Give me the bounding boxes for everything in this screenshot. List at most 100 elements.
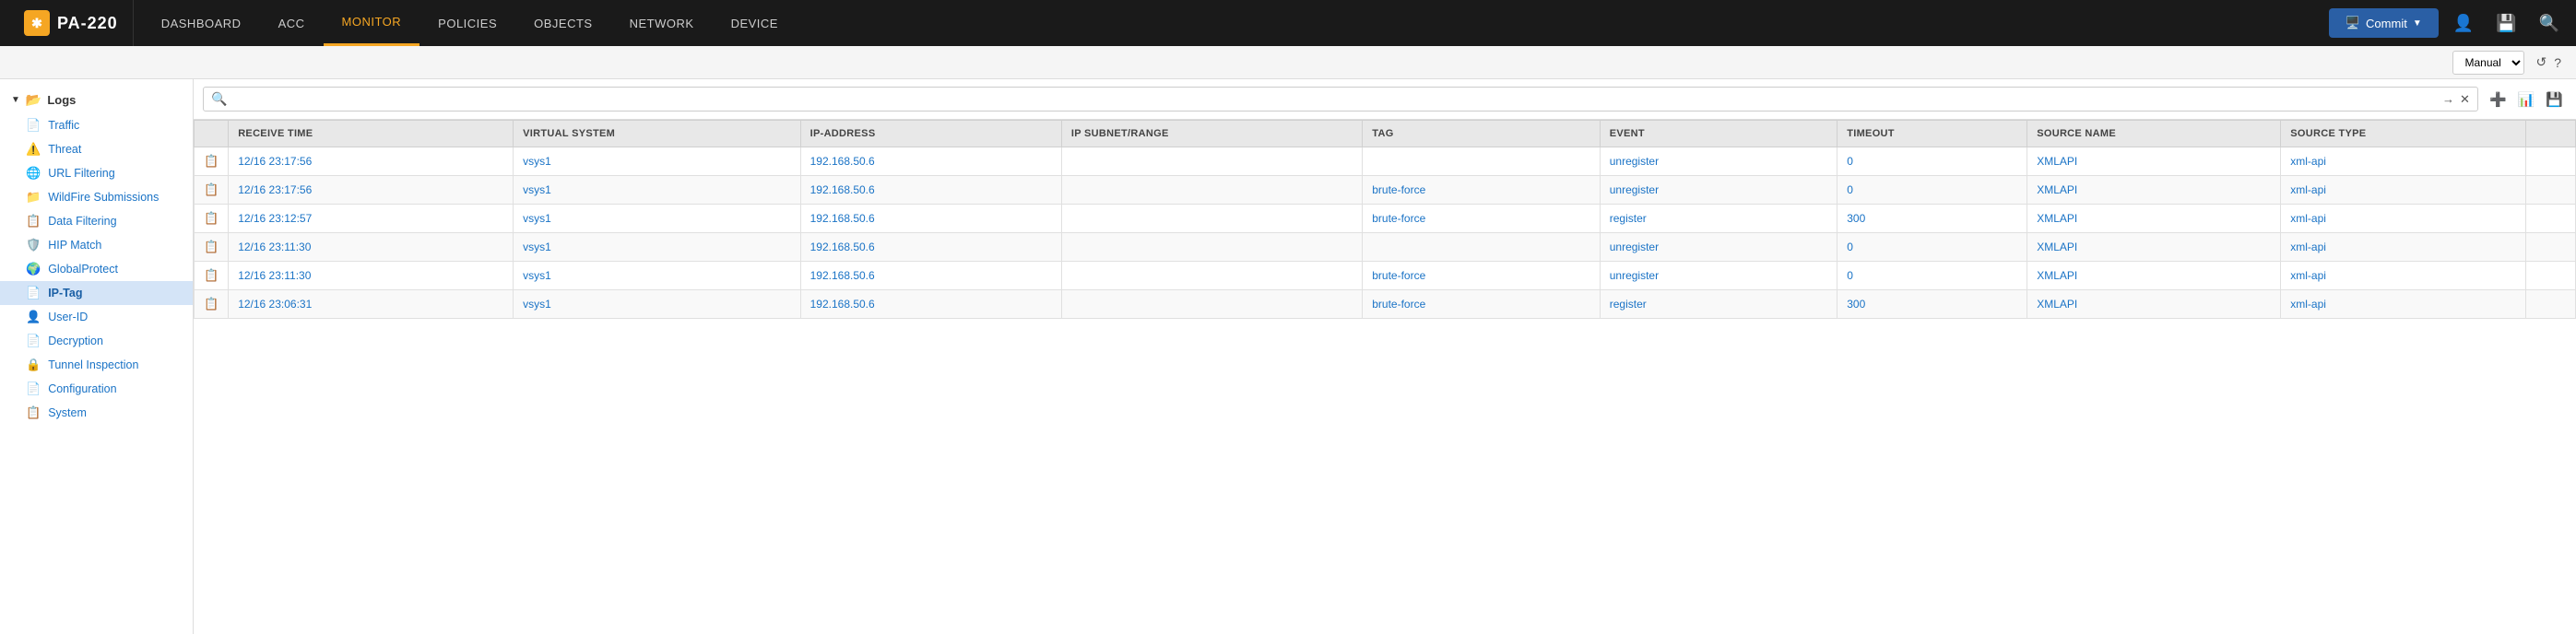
cell-source-type: xml-api [2281, 262, 2526, 290]
search-input[interactable] [232, 93, 2437, 106]
sidebar-item-url-filtering[interactable]: 🌐 URL Filtering [0, 161, 193, 185]
logo-area: ✱ PA-220 [9, 0, 134, 46]
nav-network[interactable]: NETWORK [611, 0, 713, 46]
sidebar-item-system[interactable]: 📋 System [0, 401, 193, 425]
cell-source-type: xml-api [2281, 290, 2526, 319]
user-id-icon: 👤 [26, 310, 41, 324]
table-row[interactable]: 📋 12/16 23:17:56 vsys1 192.168.50.6 unre… [195, 147, 2576, 176]
cell-extra [2525, 147, 2575, 176]
save-icon-button[interactable]: 💾 [2488, 10, 2523, 37]
log-table: RECEIVE TIME VIRTUAL SYSTEM IP-ADDRESS I… [194, 120, 2576, 319]
cell-tag [1363, 233, 1600, 262]
logs-arrow-icon: ▼ [11, 95, 20, 105]
nav-acc[interactable]: ACC [260, 0, 324, 46]
cell-timeout: 0 [1837, 147, 2027, 176]
cell-tag: brute-force [1363, 290, 1600, 319]
logo-icon: ✱ [24, 10, 50, 36]
cell-event: unregister [1600, 147, 1837, 176]
cell-timeout: 0 [1837, 233, 2027, 262]
table-row[interactable]: 📋 12/16 23:17:56 vsys1 192.168.50.6 brut… [195, 176, 2576, 205]
row-detail-icon: 📋 [204, 297, 219, 311]
table-row[interactable]: 📋 12/16 23:11:30 vsys1 192.168.50.6 brut… [195, 262, 2576, 290]
row-icon-cell: 📋 [195, 233, 229, 262]
cell-ip-address: 192.168.50.6 [800, 233, 1061, 262]
sidebar-item-decryption[interactable]: 📄 Decryption [0, 329, 193, 353]
search-forward-icon: → [2442, 92, 2454, 106]
user-icon-button[interactable]: 👤 [2446, 10, 2481, 37]
cell-event: unregister [1600, 176, 1837, 205]
sidebar-item-hip-match[interactable]: 🛡️ HIP Match [0, 233, 193, 257]
col-header-event: EVENT [1600, 121, 1837, 147]
cell-extra [2525, 233, 2575, 262]
sidebar-item-configuration[interactable]: 📄 Configuration [0, 377, 193, 401]
top-navigation: ✱ PA-220 DASHBOARD ACC MONITOR POLICIES … [0, 0, 2576, 46]
sidebar-item-user-id[interactable]: 👤 User-ID [0, 305, 193, 329]
filter-options-button[interactable]: 📊 [2514, 89, 2539, 110]
table-header: RECEIVE TIME VIRTUAL SYSTEM IP-ADDRESS I… [195, 121, 2576, 147]
configuration-icon: 📄 [26, 382, 41, 396]
cell-ip-address: 192.168.50.6 [800, 205, 1061, 233]
table-row[interactable]: 📋 12/16 23:12:57 vsys1 192.168.50.6 brut… [195, 205, 2576, 233]
cell-source-type: xml-api [2281, 233, 2526, 262]
nav-dashboard[interactable]: DASHBOARD [143, 0, 260, 46]
cell-virtual-system: vsys1 [514, 147, 800, 176]
wildfire-icon: 📁 [26, 190, 41, 205]
main-layout: ▼ 📂 Logs 📄 Traffic ⚠️ Threat 🌐 URL Filte… [0, 79, 2576, 634]
row-icon-cell: 📋 [195, 290, 229, 319]
traffic-icon: 📄 [26, 118, 41, 133]
cell-source-name: XMLAPI [2027, 205, 2281, 233]
refresh-icon[interactable]: ↺ [2532, 53, 2550, 72]
data-filtering-icon: 📋 [26, 214, 41, 229]
cell-ip-subnet [1061, 290, 1362, 319]
col-header-receive-time: RECEIVE TIME [229, 121, 514, 147]
cell-source-name: XMLAPI [2027, 176, 2281, 205]
sidebar-item-threat[interactable]: ⚠️ Threat [0, 137, 193, 161]
col-header-virtual-system: VIRTUAL SYSTEM [514, 121, 800, 147]
export-button[interactable]: 💾 [2542, 89, 2567, 110]
sidebar-item-globalprotect[interactable]: 🌍 GlobalProtect [0, 257, 193, 281]
col-header-source-type: SOURCE TYPE [2281, 121, 2526, 147]
cell-virtual-system: vsys1 [514, 233, 800, 262]
cell-virtual-system: vsys1 [514, 290, 800, 319]
sidebar-item-ip-tag[interactable]: 📄 IP-Tag [0, 281, 193, 305]
cell-receive-time: 12/16 23:17:56 [229, 176, 514, 205]
logo-text: PA-220 [57, 14, 118, 33]
nav-monitor[interactable]: MONITOR [324, 0, 420, 46]
logs-group-header[interactable]: ▼ 📂 Logs [0, 87, 193, 113]
tunnel-icon: 🔒 [26, 358, 41, 372]
add-filter-button[interactable]: ➕ [2486, 89, 2511, 110]
cell-receive-time: 12/16 23:11:30 [229, 262, 514, 290]
cell-ip-subnet [1061, 176, 1362, 205]
help-icon[interactable]: ? [2550, 53, 2565, 72]
row-detail-icon: 📋 [204, 154, 219, 168]
cell-event: register [1600, 205, 1837, 233]
cell-receive-time: 12/16 23:17:56 [229, 147, 514, 176]
cell-source-name: XMLAPI [2027, 262, 2281, 290]
table-row[interactable]: 📋 12/16 23:11:30 vsys1 192.168.50.6 unre… [195, 233, 2576, 262]
search-icon: 🔍 [211, 91, 227, 107]
cell-event: unregister [1600, 233, 1837, 262]
sidebar-item-tunnel-inspection[interactable]: 🔒 Tunnel Inspection [0, 353, 193, 377]
globalprotect-icon: 🌍 [26, 262, 41, 276]
cell-extra [2525, 205, 2575, 233]
search-nav-button[interactable]: 🔍 [2532, 10, 2567, 37]
nav-objects[interactable]: OBJECTS [515, 0, 610, 46]
sidebar-item-hip-label: HIP Match [48, 239, 101, 252]
sidebar-item-traffic[interactable]: 📄 Traffic [0, 113, 193, 137]
row-icon-cell: 📋 [195, 262, 229, 290]
table-row[interactable]: 📋 12/16 23:06:31 vsys1 192.168.50.6 brut… [195, 290, 2576, 319]
commit-button[interactable]: 🖥️ Commit ▼ [2329, 8, 2439, 38]
manual-select[interactable]: Manual [2452, 51, 2524, 75]
cell-tag: brute-force [1363, 262, 1600, 290]
col-header-timeout: TIMEOUT [1837, 121, 2027, 147]
sidebar-item-wildfire[interactable]: 📁 WildFire Submissions [0, 185, 193, 209]
nav-policies[interactable]: POLICIES [419, 0, 515, 46]
hip-match-icon: 🛡️ [26, 238, 41, 252]
row-icon-cell: 📋 [195, 147, 229, 176]
cell-timeout: 0 [1837, 262, 2027, 290]
sidebar-item-data-filtering[interactable]: 📋 Data Filtering [0, 209, 193, 233]
search-close-icon[interactable]: ✕ [2460, 92, 2470, 107]
search-input-wrap: 🔍 → ✕ [203, 87, 2478, 112]
nav-device[interactable]: DEVICE [713, 0, 797, 46]
logs-group-label: Logs [47, 93, 76, 107]
